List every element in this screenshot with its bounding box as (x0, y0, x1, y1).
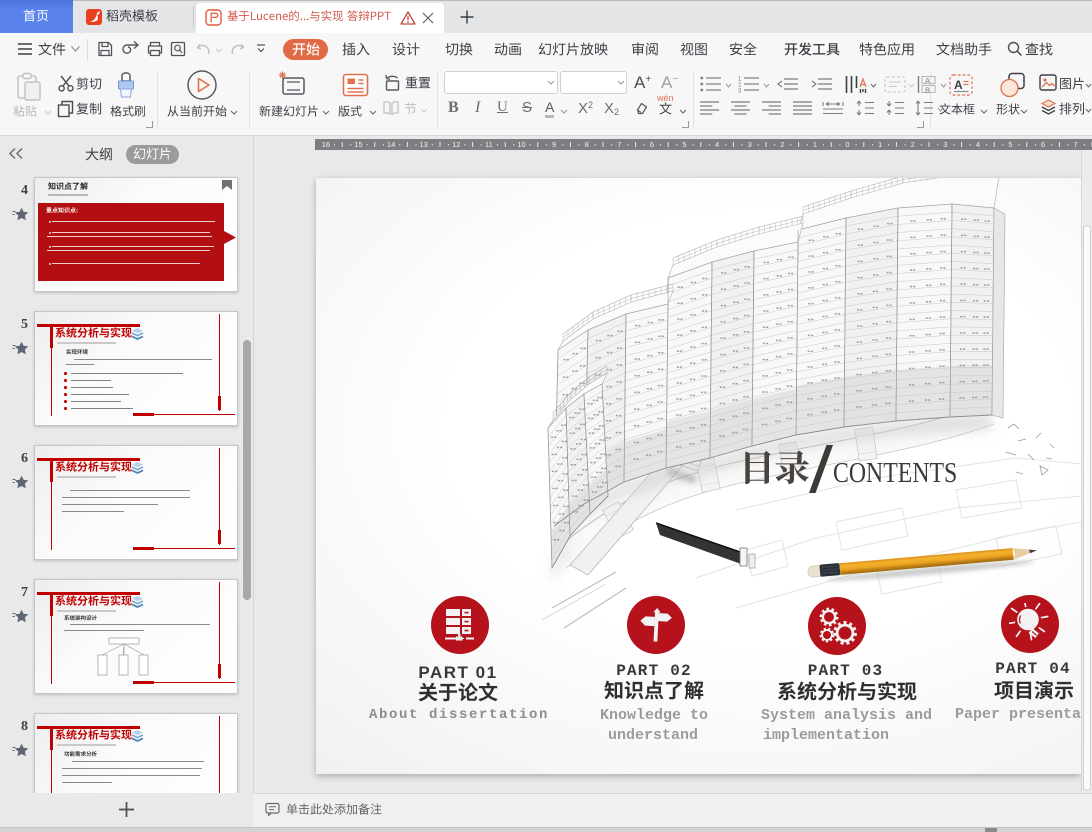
svg-text:12: 12 (452, 140, 460, 149)
svg-text:4: 4 (715, 140, 719, 149)
svg-text:16: 16 (322, 140, 330, 149)
svg-text:7: 7 (617, 140, 621, 149)
svg-text:9: 9 (552, 140, 556, 149)
svg-text:8: 8 (585, 140, 589, 149)
svg-text:0: 0 (845, 140, 849, 149)
svg-text:3: 3 (738, 89, 742, 94)
svg-text:5: 5 (682, 140, 686, 149)
svg-text:2: 2 (911, 140, 915, 149)
svg-text:A: A (925, 76, 930, 85)
svg-text:15: 15 (354, 140, 362, 149)
svg-text:B: B (925, 86, 930, 95)
svg-text:4: 4 (976, 140, 980, 149)
svg-text:7: 7 (1074, 140, 1078, 149)
svg-text:1: 1 (813, 140, 817, 149)
svg-text:10: 10 (517, 140, 525, 149)
svg-text:14: 14 (387, 140, 395, 149)
svg-text:A: A (954, 78, 963, 92)
svg-text:6: 6 (650, 140, 654, 149)
svg-text:3: 3 (943, 140, 947, 149)
svg-text:1: 1 (878, 140, 882, 149)
svg-text:13: 13 (420, 140, 428, 149)
svg-text:2: 2 (780, 140, 784, 149)
svg-text:6: 6 (1041, 140, 1045, 149)
svg-text:5: 5 (1008, 140, 1012, 149)
svg-text:3: 3 (748, 140, 752, 149)
svg-text:11: 11 (485, 140, 493, 149)
